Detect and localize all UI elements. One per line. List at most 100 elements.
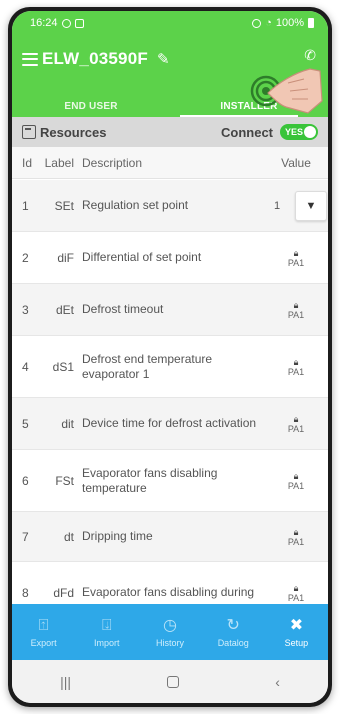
table-row[interactable]: 1 SEt Regulation set point 1 ▼ [12, 180, 328, 232]
table-header: Id Label Description Value [12, 147, 328, 179]
phone-frame: 16:24 ◔ 100% ELW_03590F ✎ ✆ END USER INS… [8, 7, 332, 707]
row-id: 6 [22, 473, 29, 488]
nav-history-label: History [156, 637, 185, 648]
device-title: ELW_03590F [42, 49, 148, 68]
row-id: 5 [22, 416, 29, 431]
row-id: 7 [22, 529, 29, 544]
row-value: 🔒︎ PA1 [264, 583, 328, 603]
recent-apps-icon[interactable]: ||| [60, 674, 71, 690]
whatsapp-icon [61, 18, 71, 28]
table-row[interactable]: 2 diF Differential of set point 🔒︎ PA1 [12, 232, 328, 284]
protection-level: PA1 [287, 536, 305, 547]
battery-icon [308, 18, 314, 28]
battery-percent: 100% [275, 17, 304, 29]
row-description: Defrost end temperature evaporator 1 [82, 351, 213, 381]
bottom-navigation: ⍐ Export ⍗ Import ◷ History ↻ Datalog ✖ … [12, 604, 328, 660]
row-value: 🔒︎ PA1 [264, 248, 328, 268]
nav-import-label: Import [94, 637, 120, 648]
row-description: Differential of set point [82, 250, 202, 264]
toggle-knob [304, 126, 316, 138]
nav-export[interactable]: ⍐ Export [12, 617, 75, 648]
nav-datalog-label: Datalog [217, 637, 249, 648]
resources-label: Resources [40, 124, 107, 140]
parameter-table[interactable]: 1 SEt Regulation set point 1 ▼ 2 diF Dif… [12, 180, 328, 604]
row-label: dt [63, 529, 74, 544]
nav-history[interactable]: ◷ History [138, 617, 201, 648]
status-bar: 16:24 ◔ 100% [12, 11, 328, 35]
lock-icon: 🔒︎ [293, 526, 299, 537]
table-row[interactable]: 8 dFd Evaporator fans disabling during 🔒… [12, 562, 328, 604]
lock-icon: 🔒︎ [293, 356, 299, 367]
protection-level: PA1 [287, 366, 305, 377]
row-value: 🔒︎ PA1 [264, 471, 328, 491]
header-description: Description [82, 155, 143, 170]
row-description: Regulation set point [82, 198, 189, 212]
table-row[interactable]: 3 dEt Defrost timeout 🔒︎ PA1 [12, 284, 328, 336]
table-row[interactable]: 5 dit Device time for defrost activation… [12, 398, 328, 450]
history-icon: ◷ [163, 616, 177, 634]
resources-icon [22, 125, 36, 139]
setup-tools-icon: ✖ [289, 616, 304, 634]
row-label: SEt [54, 198, 74, 213]
wifi-signal-icon: ◔ [265, 17, 272, 29]
table-row[interactable]: 6 FSt Evaporator fans disabling temperat… [12, 450, 328, 512]
lock-icon: 🔒︎ [293, 299, 299, 310]
header-value: Value [281, 155, 311, 170]
value-dropdown-button[interactable]: ▼ [295, 190, 327, 221]
header-id: Id [22, 155, 33, 170]
protection-level: PA1 [287, 309, 305, 320]
android-navigation-bar: ||| ‹ [12, 660, 328, 703]
row-label: dit [61, 416, 74, 431]
home-icon[interactable] [167, 675, 180, 688]
row-id: 8 [22, 585, 29, 600]
nav-datalog[interactable]: ↻ Datalog [202, 617, 265, 648]
row-id: 1 [22, 198, 29, 213]
table-row[interactable]: 7 dt Dripping time 🔒︎ PA1 [12, 512, 328, 562]
lock-icon: 🔒︎ [293, 247, 299, 258]
protection-level: PA1 [287, 257, 305, 268]
row-value-number: 1 [273, 199, 281, 212]
connect-toggle[interactable]: YES [280, 124, 318, 140]
menu-icon[interactable] [22, 52, 38, 66]
chevron-down-icon: ▼ [305, 199, 317, 212]
nav-setup[interactable]: ✖ Setup [265, 617, 328, 648]
alarm-icon [252, 18, 262, 28]
edit-pencil-icon[interactable]: ✎ [157, 50, 170, 68]
row-id: 3 [22, 302, 29, 317]
row-value: 🔒︎ PA1 [264, 300, 328, 320]
nav-export-label: Export [30, 637, 57, 648]
lock-icon: 🔒︎ [293, 470, 299, 481]
row-label: diF [57, 250, 74, 265]
nav-setup-label: Setup [284, 637, 309, 648]
row-value: 🔒︎ PA1 [264, 527, 328, 547]
connect-toggle-label: YES [285, 127, 304, 137]
back-icon[interactable]: ‹ [275, 674, 280, 690]
header-label: Label [44, 155, 74, 170]
row-description: Evaporator fans disabling during [82, 585, 255, 599]
row-id: 4 [22, 359, 29, 374]
tap-gesture-hand-icon [250, 68, 323, 114]
row-label: FSt [55, 473, 74, 488]
row-value: 🔒︎ PA1 [264, 357, 328, 377]
protection-level: PA1 [287, 480, 305, 491]
row-value: 🔒︎ PA1 [264, 414, 328, 434]
row-label: dFd [53, 585, 74, 600]
row-label: dS1 [52, 359, 74, 374]
row-description: Dripping time [82, 529, 153, 543]
tab-end-user[interactable]: END USER [12, 101, 170, 117]
import-icon: ⍗ [102, 616, 112, 634]
export-icon: ⍐ [38, 616, 49, 634]
table-row[interactable]: 4 dS1 Defrost end temperature evaporator… [12, 336, 328, 398]
nav-import[interactable]: ⍗ Import [75, 617, 138, 648]
row-description: Evaporator fans disabling temperature [82, 465, 218, 495]
protection-level: PA1 [287, 423, 305, 434]
status-time: 16:24 [30, 17, 58, 29]
app-screen: 16:24 ◔ 100% ELW_03590F ✎ ✆ END USER INS… [12, 11, 328, 703]
gallery-icon [74, 18, 84, 28]
row-description: Defrost timeout [82, 302, 164, 316]
protection-level: PA1 [287, 592, 305, 603]
lock-icon: 🔒︎ [293, 582, 299, 593]
row-description: Device time for defrost activation [82, 416, 257, 430]
lock-icon: 🔒︎ [293, 413, 299, 424]
row-value: 1 ▼ [264, 190, 328, 221]
